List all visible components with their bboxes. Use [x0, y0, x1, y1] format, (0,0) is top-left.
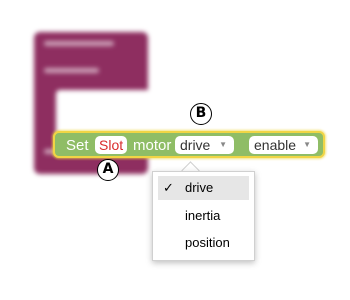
- annotation-marker-a: A: [97, 159, 119, 181]
- motor-label: motor: [133, 137, 172, 154]
- chevron-down-icon: ▼: [219, 140, 227, 149]
- annotation-marker-b: B: [190, 103, 212, 125]
- chevron-down-icon: ▼: [303, 140, 311, 149]
- property-dropdown[interactable]: drive ▼: [175, 136, 234, 154]
- background-block-text: [44, 41, 114, 46]
- dropdown-menu: ✓ drive inertia position: [152, 171, 255, 261]
- menu-item-drive[interactable]: ✓ drive: [158, 176, 249, 200]
- state-dropdown[interactable]: enable ▼: [249, 136, 318, 154]
- set-motor-block[interactable]: Set Slot motor drive ▼ enable ▼: [53, 131, 325, 158]
- menu-item-position[interactable]: position: [158, 231, 249, 255]
- set-label: Set: [66, 137, 89, 154]
- state-dropdown-value: enable: [254, 137, 297, 153]
- check-icon: ✓: [163, 180, 174, 195]
- menu-item-label: inertia: [185, 208, 221, 223]
- slot-field[interactable]: Slot: [95, 136, 128, 154]
- workspace: Set Slot motor drive ▼ enable ▼ ✓ drive …: [0, 0, 350, 300]
- background-block-text: [44, 68, 99, 73]
- background-block-notch: [56, 90, 148, 136]
- menu-item-label: drive: [185, 180, 214, 195]
- menu-item-inertia[interactable]: inertia: [158, 204, 249, 228]
- menu-item-label: position: [185, 235, 230, 250]
- property-dropdown-value: drive: [180, 137, 211, 153]
